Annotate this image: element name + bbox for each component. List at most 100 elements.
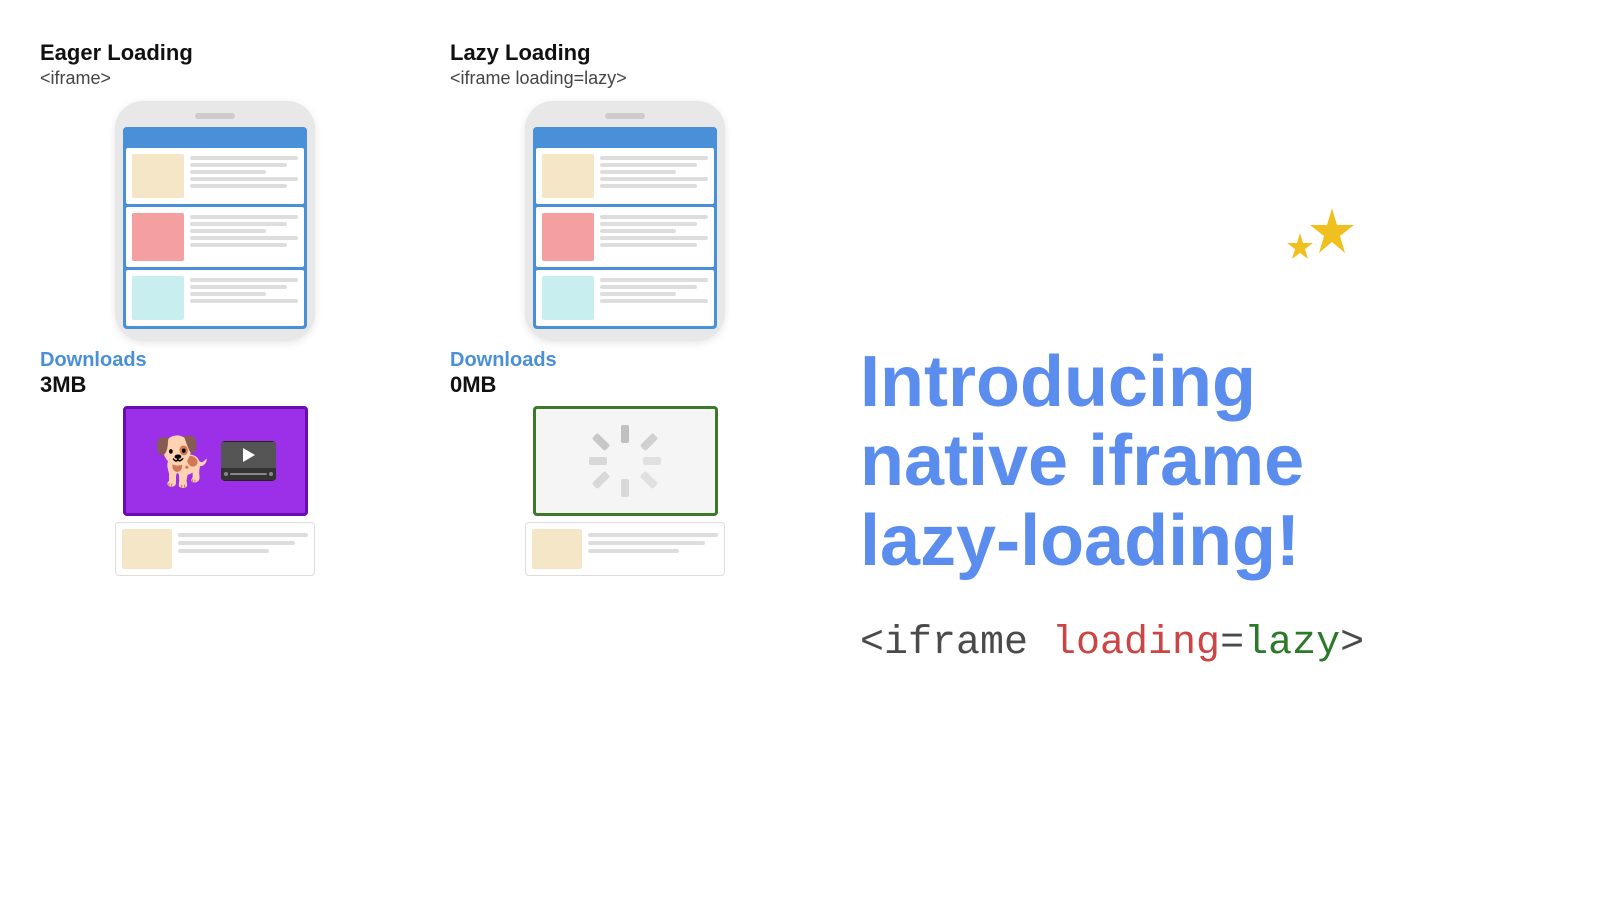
card-lines-2 <box>190 213 298 247</box>
eager-downloads-size: 3MB <box>40 372 86 398</box>
eager-header: Eager Loading <iframe> <box>40 40 390 89</box>
lazy-phone-screen <box>533 127 717 329</box>
line <box>600 229 676 233</box>
line <box>588 549 679 553</box>
line <box>190 184 287 188</box>
code-iframe-part: <iframe <box>860 621 1052 666</box>
eager-iframe-box: 🐕 <box>123 406 308 516</box>
line <box>190 222 287 226</box>
sparkle-area <box>860 253 1560 313</box>
line <box>190 292 266 296</box>
lazy-card-image-3 <box>542 276 594 320</box>
lazy-subtitle: <iframe loading=lazy> <box>450 68 800 89</box>
spinner-icon <box>585 421 665 501</box>
line <box>600 156 708 160</box>
lazy-iframe-box <box>533 406 718 516</box>
lazy-card-lines-1 <box>600 154 708 188</box>
eager-card-2 <box>126 207 304 267</box>
eager-iframe-preview: 🐕 <box>123 406 308 516</box>
line <box>178 549 269 553</box>
video-controls <box>221 468 276 480</box>
headline-line2: native iframe <box>860 422 1560 501</box>
line <box>600 236 708 240</box>
card-image-1 <box>132 154 184 198</box>
eager-phone-screen <box>123 127 307 329</box>
right-section: Introducing native iframe lazy-loading! … <box>840 30 1560 889</box>
line <box>600 222 697 226</box>
phone-header-bar <box>123 127 307 145</box>
sparkle-svg <box>1280 203 1360 273</box>
eager-phone-mockup <box>115 101 315 341</box>
phone-speaker-lazy <box>605 113 645 119</box>
line <box>190 236 298 240</box>
video-player-icon <box>221 441 276 481</box>
code-loading-attr: loading <box>1052 621 1220 666</box>
line <box>588 533 718 537</box>
below-card-lines <box>178 529 308 569</box>
phone-header-bar-lazy <box>533 127 717 145</box>
line <box>600 177 708 181</box>
lazy-below-strip <box>525 522 725 576</box>
card-image-2 <box>132 213 184 261</box>
lazy-phone-mockup <box>525 101 725 341</box>
eager-downloads-section: Downloads 3MB <box>40 349 390 398</box>
line <box>190 163 287 167</box>
code-lazy-value: lazy <box>1244 621 1340 666</box>
ctrl-dot-2 <box>269 472 273 476</box>
line <box>190 177 298 181</box>
line <box>600 184 697 188</box>
card-lines-1 <box>190 154 298 188</box>
line <box>190 170 266 174</box>
line <box>600 170 676 174</box>
line <box>190 229 266 233</box>
sparkle-small-icon <box>1287 233 1313 259</box>
video-screen <box>221 442 276 468</box>
code-snippet: <iframe loading=lazy> <box>860 621 1560 666</box>
lazy-title: Lazy Loading <box>450 40 800 66</box>
line <box>600 243 697 247</box>
line <box>588 541 705 545</box>
below-card-img <box>122 529 172 569</box>
line <box>600 215 708 219</box>
line <box>190 278 298 282</box>
eager-card-1 <box>126 148 304 204</box>
left-section: Eager Loading <iframe> <box>40 30 800 889</box>
lazy-downloads-label: Downloads <box>450 349 557 372</box>
lazy-downloads-section: Downloads 0MB <box>450 349 800 398</box>
sparkle-big-icon <box>1310 208 1354 253</box>
card-image-3 <box>132 276 184 320</box>
eager-below-strip <box>115 522 315 576</box>
line <box>178 541 295 545</box>
lazy-loading-column: Lazy Loading <iframe loading=lazy> <box>450 40 800 889</box>
line <box>600 292 676 296</box>
line <box>600 285 697 289</box>
eager-subtitle: <iframe> <box>40 68 390 89</box>
line <box>190 156 298 160</box>
code-close: > <box>1340 621 1364 666</box>
line <box>600 278 708 282</box>
card-lines-3 <box>190 276 298 303</box>
lazy-card-lines-2 <box>600 213 708 247</box>
dog-icon: 🐕 <box>154 433 214 490</box>
lazy-card-1 <box>536 148 714 204</box>
code-equals: = <box>1220 621 1244 666</box>
eager-downloads-label: Downloads <box>40 349 147 372</box>
eager-card-3 <box>126 270 304 326</box>
line <box>600 163 697 167</box>
lazy-below-card-lines <box>588 529 718 569</box>
eager-loading-column: Eager Loading <iframe> <box>40 40 390 889</box>
phone-speaker <box>195 113 235 119</box>
line <box>178 533 308 537</box>
ctrl-dot <box>224 472 228 476</box>
line <box>190 215 298 219</box>
lazy-card-3 <box>536 270 714 326</box>
main-container: Eager Loading <iframe> <box>0 0 1600 919</box>
lazy-card-image-2 <box>542 213 594 261</box>
lazy-iframe-preview <box>533 406 718 516</box>
ctrl-bar <box>230 473 267 475</box>
line <box>190 285 287 289</box>
lazy-card-lines-3 <box>600 276 708 303</box>
headline-line3: lazy-loading! <box>860 502 1560 581</box>
play-button-icon <box>243 448 255 462</box>
lazy-downloads-size: 0MB <box>450 372 496 398</box>
